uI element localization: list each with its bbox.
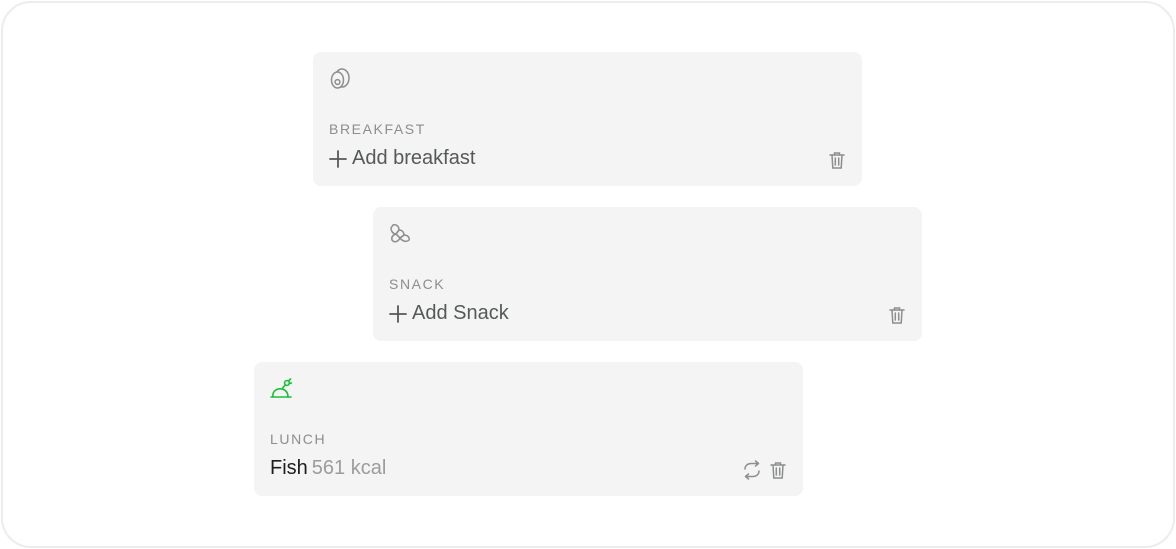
trash-icon [770, 462, 786, 479]
chicken-icon [268, 376, 294, 402]
trash-icon [829, 152, 845, 169]
egg-icon [327, 66, 353, 92]
refresh-icon [744, 460, 760, 480]
meal-title-lunch: LUNCH [270, 431, 327, 447]
food-kcal: 561 kcal [311, 457, 387, 479]
meal-card-snack: SNACK Add Snack [373, 207, 922, 341]
app-frame: BREAKFAST Add breakfast SNACK Add Snack … [1, 1, 1175, 548]
add-breakfast-button[interactable]: Add breakfast [327, 147, 475, 170]
lunch-food-item[interactable]: Fish 561 kcal [270, 457, 386, 480]
food-name: Fish [270, 457, 308, 479]
delete-lunch-button[interactable] [767, 459, 789, 481]
add-snack-button[interactable]: Add Snack [387, 302, 509, 325]
delete-breakfast-button[interactable] [826, 149, 848, 171]
plus-icon [327, 148, 349, 170]
add-snack-label: Add Snack [412, 302, 509, 324]
trash-icon [889, 307, 905, 324]
meal-card-breakfast: BREAKFAST Add breakfast [313, 52, 862, 186]
swap-lunch-button[interactable] [741, 459, 763, 481]
meal-title-breakfast: BREAKFAST [329, 121, 426, 137]
meal-card-lunch: LUNCH Fish 561 kcal [254, 362, 803, 496]
add-breakfast-label: Add breakfast [352, 147, 476, 169]
croissant-icon [387, 221, 413, 247]
plus-icon [387, 303, 409, 325]
delete-snack-button[interactable] [886, 304, 908, 326]
meal-title-snack: SNACK [389, 276, 446, 292]
